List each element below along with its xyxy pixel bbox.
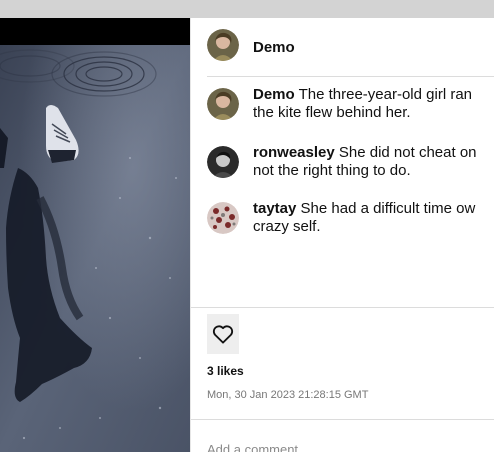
comment-body-line2: the kite flew behind her. — [253, 104, 411, 121]
like-button[interactable] — [207, 314, 239, 354]
commenter-avatar[interactable] — [207, 146, 239, 178]
comment-body-line2: not the right thing to do. — [253, 162, 411, 179]
heart-outline-icon — [212, 325, 234, 344]
post-author-name[interactable]: Demo — [253, 39, 295, 56]
comment-body-line1: The three-year-old girl ran — [298, 86, 473, 103]
post-detail-panel: Demo Demo The three-year-old girl ran th… — [190, 18, 494, 452]
header-divider — [207, 76, 494, 77]
post-timestamp: Mon, 30 Jan 2023 21:28:15 GMT — [207, 389, 369, 401]
comment-text: ronweasley She did not cheat on not the … — [253, 144, 494, 180]
post-header: Demo — [191, 18, 494, 76]
post-image — [0, 18, 190, 452]
comment-username[interactable]: taytay — [253, 200, 296, 217]
comment-username[interactable]: Demo — [253, 86, 295, 103]
likes-count: 3 likes — [207, 364, 244, 378]
image-top-band — [0, 18, 190, 45]
comment-username[interactable]: ronweasley — [253, 144, 335, 161]
comment-body-line2: crazy self. — [253, 218, 321, 235]
commenter-avatar[interactable] — [207, 88, 239, 120]
commenter-avatar[interactable] — [207, 202, 239, 234]
comment-text: Demo The three-year-old girl ran the kit… — [253, 86, 494, 122]
composer-divider — [191, 419, 494, 420]
comment-body-line1: She had a difficult time ow — [300, 200, 476, 217]
browser-top-bar — [0, 0, 494, 18]
actions-divider — [191, 307, 494, 308]
author-avatar[interactable] — [207, 29, 239, 61]
add-comment-input[interactable] — [207, 442, 467, 452]
comment-text: taytay She had a difficult time ow crazy… — [253, 200, 494, 236]
puddle-reflection-photo — [0, 45, 190, 452]
comment-body-line1: She did not cheat on — [338, 144, 477, 161]
